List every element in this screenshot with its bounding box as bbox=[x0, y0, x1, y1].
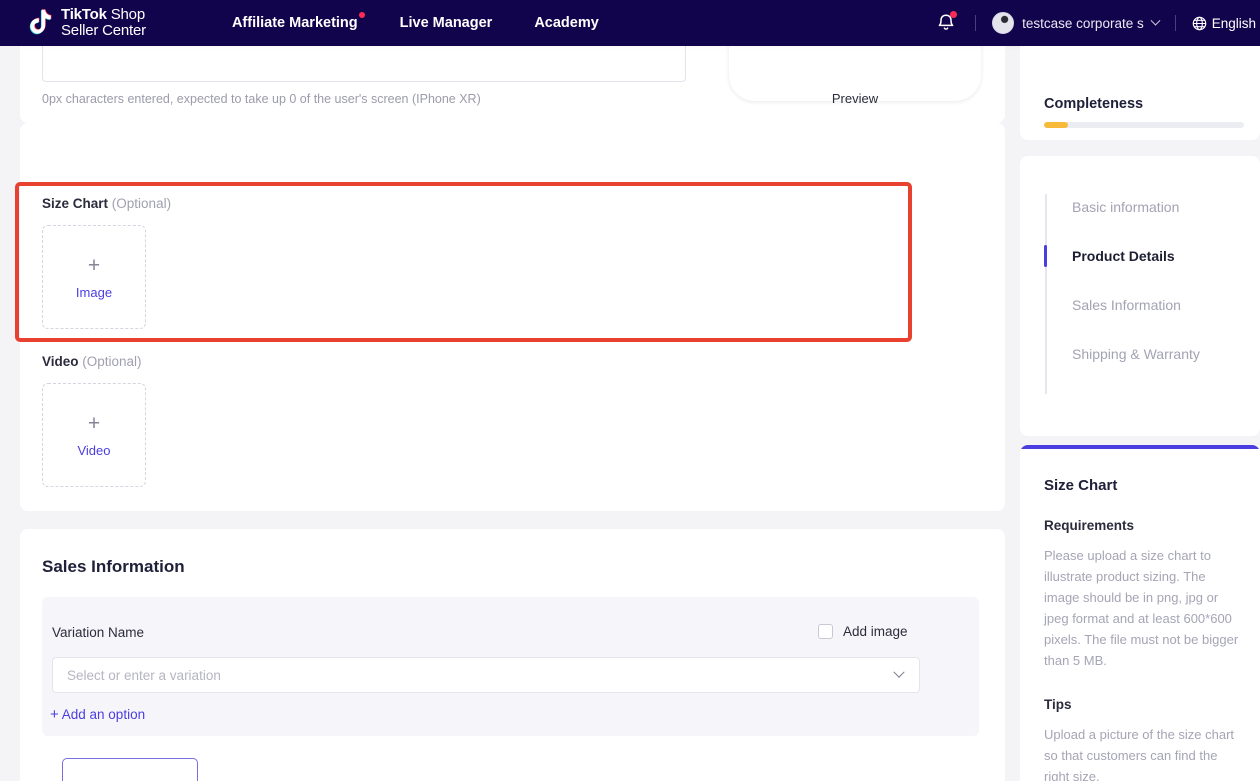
notification-dot-icon bbox=[359, 12, 365, 18]
nav-item-live-manager-label: Live Manager bbox=[400, 15, 493, 31]
size-chart-optional-tag: (Optional) bbox=[112, 196, 171, 211]
sidebar-item-basic-information-label: Basic information bbox=[1072, 199, 1179, 215]
top-navigation-bar: TikTok Shop Seller Center Affiliate Mark… bbox=[0, 0, 1260, 46]
active-step-marker bbox=[1044, 245, 1047, 267]
size-chart-help-card: Size Chart Requirements Please upload a … bbox=[1020, 445, 1260, 781]
add-an-option-button[interactable]: + Add an option bbox=[50, 707, 145, 722]
video-optional-tag: (Optional) bbox=[82, 354, 141, 369]
help-card-title: Size Chart bbox=[1044, 477, 1117, 494]
brand-subtitle: Seller Center bbox=[61, 23, 146, 39]
brand-name-bold: TikTok bbox=[61, 6, 107, 23]
nav-item-academy[interactable]: Academy bbox=[534, 15, 598, 31]
notifications-button[interactable] bbox=[933, 10, 959, 36]
sidebar-item-shipping-warranty-label: Shipping & Warranty bbox=[1072, 346, 1200, 362]
video-upload-label: Video bbox=[77, 443, 110, 458]
video-upload-button[interactable]: + Video bbox=[42, 383, 146, 487]
sidebar-item-product-details-label: Product Details bbox=[1072, 248, 1175, 264]
plus-icon: + bbox=[50, 707, 59, 722]
nav-item-live-manager[interactable]: Live Manager bbox=[400, 15, 493, 31]
brand-logo[interactable]: TikTok Shop Seller Center bbox=[28, 7, 146, 39]
preview-label: Preview bbox=[729, 91, 981, 106]
variation-name-label: Variation Name bbox=[52, 625, 144, 640]
sidebar-item-shipping-warranty[interactable]: Shipping & Warranty bbox=[1020, 339, 1260, 369]
language-selector[interactable]: English bbox=[1192, 16, 1256, 31]
product-description-card: 0px characters entered, expected to take… bbox=[20, 46, 1005, 123]
add-image-checkbox-row[interactable]: Add image bbox=[818, 624, 908, 639]
completeness-progress-fill bbox=[1044, 122, 1068, 128]
divider bbox=[975, 15, 976, 31]
help-tips-body: Upload a picture of the size chart so th… bbox=[1044, 724, 1240, 781]
size-chart-label-text: Size Chart bbox=[42, 196, 108, 211]
completeness-progress-bar bbox=[1044, 122, 1244, 128]
variation-select-placeholder: Select or enter a variation bbox=[67, 668, 221, 683]
globe-icon bbox=[1192, 16, 1207, 31]
nav-item-academy-label: Academy bbox=[534, 15, 598, 31]
add-an-option-label: Add an option bbox=[62, 707, 145, 722]
brand-name-thin: Shop bbox=[107, 6, 145, 23]
description-character-hint: 0px characters entered, expected to take… bbox=[42, 92, 481, 106]
sales-information-title: Sales Information bbox=[42, 557, 185, 577]
nav-item-affiliate-marketing-label: Affiliate Marketing bbox=[232, 15, 358, 31]
size-chart-label: Size Chart (Optional) bbox=[42, 196, 171, 211]
primary-nav: Affiliate Marketing Live Manager Academy bbox=[232, 15, 599, 31]
secondary-outline-button[interactable] bbox=[62, 758, 198, 781]
chevron-down-icon bbox=[1150, 15, 1160, 25]
step-navigation-card: Basic information Product Details Sales … bbox=[1020, 156, 1260, 436]
page-content: 0px characters entered, expected to take… bbox=[0, 46, 1260, 781]
add-image-checkbox[interactable] bbox=[818, 624, 833, 639]
variation-select[interactable]: Select or enter a variation bbox=[52, 657, 920, 693]
help-tips-heading: Tips bbox=[1044, 697, 1072, 712]
account-name-label: testcase corporate s bbox=[1022, 16, 1144, 31]
sidebar-item-sales-information[interactable]: Sales Information bbox=[1020, 290, 1260, 320]
sidebar-item-basic-information[interactable]: Basic information bbox=[1020, 192, 1260, 222]
sidebar-item-product-details[interactable]: Product Details bbox=[1020, 241, 1260, 271]
brand-logo-text: TikTok Shop Seller Center bbox=[61, 7, 146, 39]
size-chart-upload-label: Image bbox=[76, 285, 112, 300]
divider bbox=[1175, 15, 1176, 31]
plus-icon: + bbox=[88, 413, 100, 434]
language-label: English bbox=[1212, 16, 1256, 31]
help-requirements-heading: Requirements bbox=[1044, 518, 1134, 533]
description-textarea[interactable] bbox=[42, 46, 686, 82]
chevron-down-icon bbox=[893, 667, 904, 678]
completeness-card: Completeness bbox=[1020, 46, 1260, 140]
nav-item-affiliate-marketing[interactable]: Affiliate Marketing bbox=[232, 15, 358, 31]
avatar bbox=[992, 12, 1014, 34]
account-menu[interactable]: testcase corporate s bbox=[992, 12, 1159, 34]
video-label-text: Video bbox=[42, 354, 79, 369]
add-image-label: Add image bbox=[843, 624, 908, 639]
top-bar-utilities: testcase corporate s English bbox=[933, 10, 1260, 36]
sidebar-item-sales-information-label: Sales Information bbox=[1072, 297, 1181, 313]
help-requirements-body: Please upload a size chart to illustrate… bbox=[1044, 545, 1240, 671]
video-label: Video (Optional) bbox=[42, 354, 142, 369]
size-chart-upload-button[interactable]: + Image bbox=[42, 225, 146, 329]
completeness-title: Completeness bbox=[1044, 96, 1143, 112]
media-upload-card: Size Chart (Optional) + Image Video (Opt… bbox=[20, 123, 1005, 511]
tiktok-note-icon bbox=[28, 8, 54, 38]
sales-information-card: Sales Information Variation Name Add ima… bbox=[20, 529, 1005, 781]
help-card-accent-bar bbox=[1020, 445, 1260, 449]
plus-icon: + bbox=[88, 255, 100, 276]
